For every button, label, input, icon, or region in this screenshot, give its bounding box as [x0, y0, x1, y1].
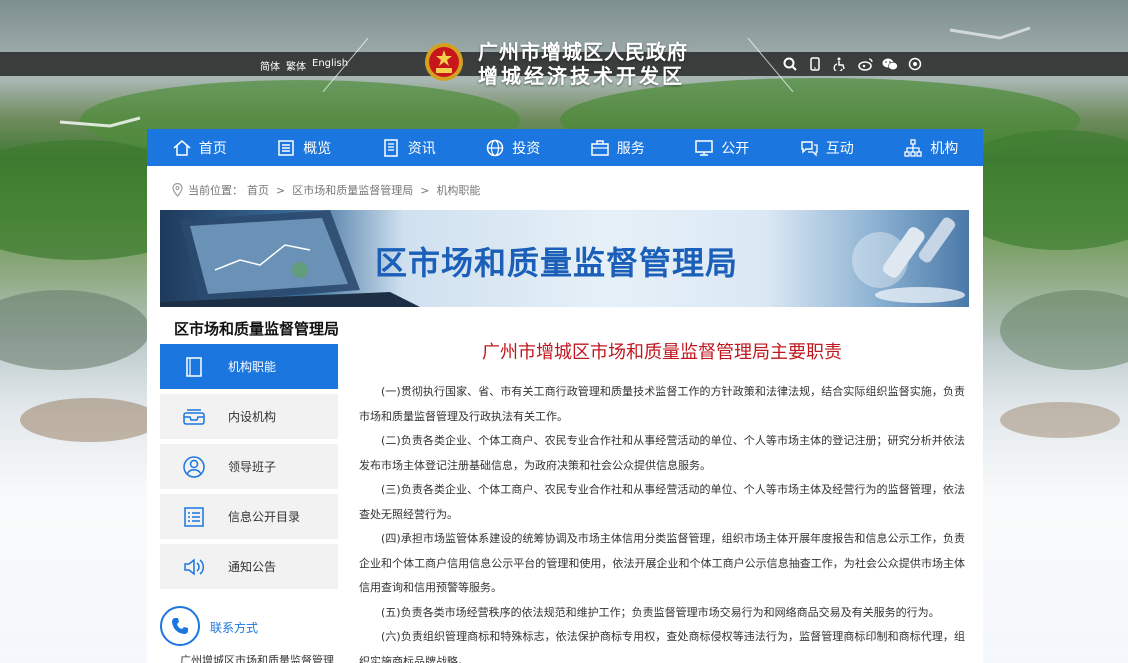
- lang-simplified[interactable]: 简体: [260, 58, 280, 73]
- sidebar-item-functions[interactable]: 机构职能: [160, 344, 338, 389]
- header-tools: [782, 56, 923, 72]
- nav-label: 机构: [930, 140, 959, 157]
- department-banner: 区市场和质量监督管理局: [160, 210, 969, 307]
- nav-label: 概览: [303, 140, 332, 157]
- breadcrumb-home[interactable]: 首页: [247, 182, 269, 198]
- inbox-icon: [160, 407, 228, 427]
- nav-label: 投资: [512, 140, 541, 157]
- overview-icon: [278, 139, 294, 156]
- content-panel: 当前位置： 首页 > 区市场和质量监督管理局 > 机构职能 区市场和质量监督管理…: [147, 166, 983, 663]
- contact-organization: 广州增城区市场和质量监督管理: [180, 654, 334, 663]
- article-title: 广州市增城区市场和质量监督管理局主要职责: [482, 342, 842, 363]
- speaker-icon: [160, 557, 228, 577]
- breadcrumb-separator: >: [276, 183, 286, 197]
- site-title-line1: 广州市增城区人民政府: [478, 40, 688, 64]
- search-icon[interactable]: [782, 56, 798, 72]
- briefcase-icon: [591, 139, 609, 156]
- article-paragraph: (二)负责各类企业、个体工商户、农民专业合作社和从事经营活动的单位、个人等市场主…: [359, 434, 965, 472]
- phone-icon: [160, 606, 200, 646]
- home-icon: [173, 139, 191, 156]
- breadcrumb: 当前位置： 首页 > 区市场和质量监督管理局 > 机构职能: [171, 182, 480, 198]
- lang-traditional[interactable]: 繁体: [286, 58, 306, 73]
- nav-label: 首页: [198, 140, 227, 157]
- sidebar-item-label: 领导班子: [228, 460, 277, 474]
- banner-title: 区市场和质量监督管理局: [375, 244, 739, 282]
- settings-icon[interactable]: [907, 56, 923, 72]
- accessibility-icon[interactable]: [832, 56, 848, 72]
- main-nav: 首页 概览 资讯 投资 服务 公开 互动 机构: [147, 129, 983, 166]
- sidebar-item-label: 内设机构: [228, 410, 277, 424]
- nav-label: 服务: [616, 140, 645, 157]
- document-icon: [160, 356, 228, 378]
- org-icon: [904, 138, 922, 157]
- breadcrumb-prefix: 当前位置：: [188, 184, 243, 197]
- nav-news[interactable]: 资讯: [356, 138, 461, 158]
- globe-icon: [487, 139, 504, 156]
- nav-organization[interactable]: 机构: [879, 138, 984, 158]
- article-paragraph: (五)负责各类市场经营秩序的依法规范和维护工作；负责监督管理市场交易行为和网络商…: [381, 605, 940, 619]
- sidebar-item-internal-departments[interactable]: 内设机构: [160, 394, 338, 439]
- nav-home[interactable]: 首页: [147, 138, 252, 158]
- breadcrumb-department[interactable]: 区市场和质量监督管理局: [292, 182, 413, 198]
- article: 广州市增城区市场和质量监督管理局主要职责 (一)贯彻执行国家、省、市有关工商行政…: [359, 338, 965, 663]
- sidebar-item-leadership[interactable]: 领导班子: [160, 444, 338, 489]
- national-emblem-icon: [425, 43, 463, 81]
- nav-public[interactable]: 公开: [670, 138, 775, 158]
- language-switcher: 简体 繁体 English: [260, 58, 348, 73]
- article-paragraph: (三)负责各类企业、个体工商户、农民专业合作社和从事经营活动的单位、个人等市场主…: [359, 483, 965, 521]
- news-icon: [384, 138, 398, 157]
- article-paragraph: (一)贯彻执行国家、省、市有关工商行政管理和质量技术监督工作的方针政策和法律法规…: [359, 385, 965, 423]
- nav-service[interactable]: 服务: [565, 138, 670, 158]
- nav-label: 公开: [721, 140, 750, 157]
- nav-label: 互动: [825, 140, 854, 157]
- weibo-icon[interactable]: [857, 56, 873, 72]
- site-title-line2: 增城经济技术开发区: [478, 64, 685, 88]
- sidebar-item-label: 信息公开目录: [228, 510, 301, 524]
- user-icon: [160, 455, 228, 479]
- contact-label[interactable]: 联系方式: [210, 619, 258, 636]
- breadcrumb-separator: >: [420, 183, 430, 197]
- nav-interaction[interactable]: 互动: [774, 138, 879, 158]
- list-icon: [160, 506, 228, 528]
- nav-overview[interactable]: 概览: [252, 138, 357, 158]
- site-title[interactable]: 广州市增城区人民政府 增城经济技术开发区: [478, 40, 688, 88]
- sidebar-item-disclosure-catalog[interactable]: 信息公开目录: [160, 494, 338, 539]
- sidebar-menu: 机构职能 内设机构 领导班子 信息公开目录 通知公告: [160, 344, 338, 594]
- chat-icon: [801, 140, 818, 157]
- mobile-icon[interactable]: [807, 56, 823, 72]
- lang-english[interactable]: English: [312, 58, 348, 73]
- monitor-icon: [695, 139, 713, 156]
- sidebar-item-label: 通知公告: [228, 560, 277, 574]
- breadcrumb-current[interactable]: 机构职能: [436, 182, 480, 198]
- sidebar-item-label: 机构职能: [228, 360, 277, 374]
- sidebar-item-notices[interactable]: 通知公告: [160, 544, 338, 589]
- article-paragraph: (六)负责组织管理商标和特殊标志，依法保护商标专用权，查处商标侵权等违法行为，监…: [359, 630, 965, 663]
- nav-investment[interactable]: 投资: [461, 138, 566, 158]
- sidebar-title: 区市场和质量监督管理局: [174, 320, 340, 338]
- wechat-icon[interactable]: [882, 56, 898, 72]
- article-paragraph: (四)承担市场监管体系建设的统筹协调及市场主体信用分类监督管理，组织市场主体开展…: [359, 532, 965, 594]
- location-pin-icon: [172, 183, 183, 197]
- nav-label: 资讯: [407, 140, 436, 157]
